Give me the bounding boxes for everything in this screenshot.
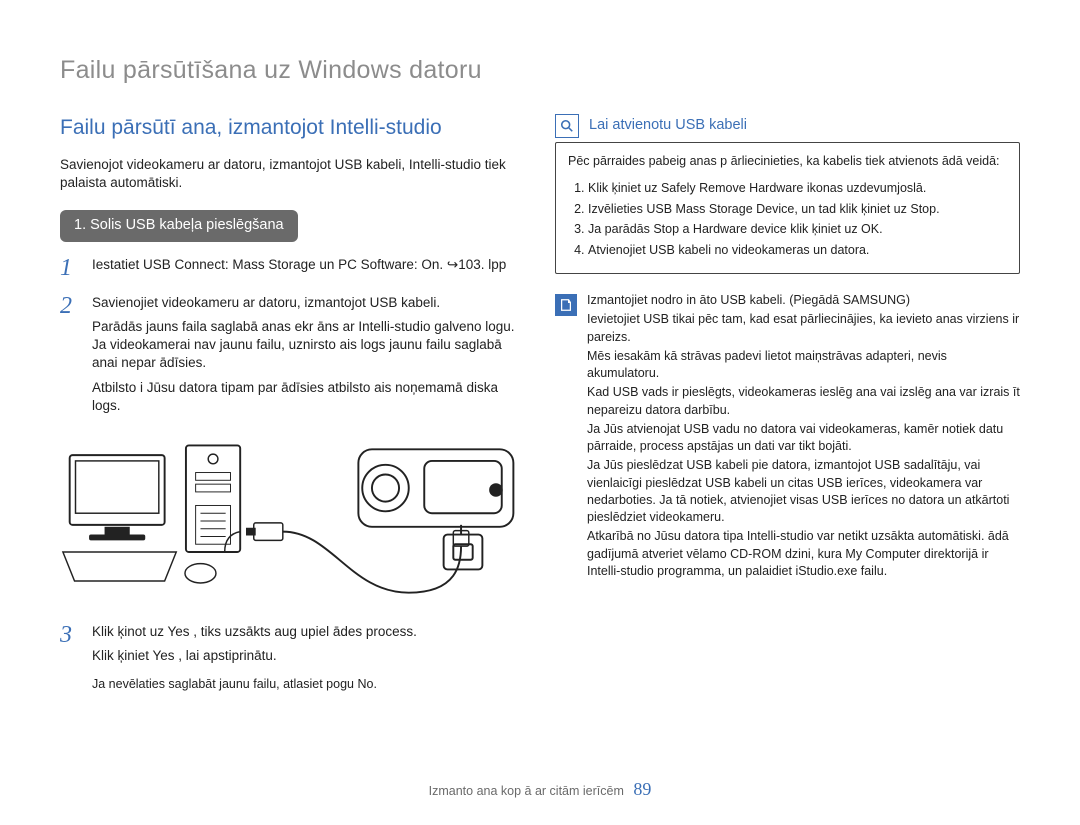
note-item: Ja Jūs pieslēdzat USB kabeli pie datora,… [587, 457, 1020, 526]
step-sub1: Parādās jauns faila saglabā anas ekr āns… [92, 318, 525, 373]
step-2: 2 Savienojiet videokameru ar datoru, izm… [60, 294, 525, 421]
step-text: Savienojiet videokameru ar datoru, izman… [92, 294, 525, 312]
step-text-2: Klik ķiniet Yes , lai apstiprinātu. [92, 647, 417, 665]
list-item: Izvēlieties USB Mass Storage Device, un … [588, 201, 1007, 218]
callout-title: Lai atvienotu USB kabeli [589, 116, 747, 136]
page-number: 89 [633, 779, 651, 799]
step-header: 1. Solis USB kabeļa pieslēgšana [60, 210, 298, 242]
note-item: Kad USB vads ir pieslēgts, videokameras … [587, 384, 1020, 419]
step-sub: Ja nevēlaties saglabāt jaunu failu, atla… [92, 676, 417, 693]
note-item: Atkarībā no Jūsu datora tipa Intelli-stu… [587, 528, 1020, 580]
notes-block: Izmantojiet nodro in āto USB kabeli. (Pi… [555, 292, 1020, 582]
callout-intro: Pēc pārraides pabeig anas p ārliecinieti… [568, 153, 1007, 170]
step-number: 3 [60, 623, 80, 698]
notes-body: Izmantojiet nodro in āto USB kabeli. (Pi… [587, 292, 1020, 582]
step-text-1: Klik ķinot uz Yes , tiks uzsākts aug upi… [92, 623, 417, 641]
callout-list: Klik ķiniet uz Safely Remove Hardware ik… [568, 180, 1007, 260]
step-text: Iestatiet USB Connect: Mass Storage un P… [92, 256, 506, 274]
note-item: Izmantojiet nodro in āto USB kabeli. (Pi… [587, 292, 1020, 309]
step-3: 3 Klik ķinot uz Yes , tiks uzsākts aug u… [60, 623, 525, 698]
step-1: 1 Iestatiet USB Connect: Mass Storage un… [60, 256, 525, 280]
step-body: Iestatiet USB Connect: Mass Storage un P… [92, 256, 506, 280]
footer-text: Izmanto ana kop ā ar citām ierīcēm [429, 784, 624, 798]
list-item: Atvienojiet USB kabeli no videokameras u… [588, 242, 1007, 259]
right-column: Lai atvienotu USB kabeli Pēc pārraides p… [555, 114, 1020, 713]
note-icon [555, 294, 577, 316]
connection-illustration [60, 435, 525, 605]
step-number: 1 [60, 256, 80, 280]
section-title: Failu pārsūtī ana, izmantojot Intelli-st… [60, 114, 525, 142]
pc-camcorder-svg [60, 435, 525, 605]
step-number: 2 [60, 294, 80, 421]
note-item: Ievietojiet USB tikai pēc tam, kad esat … [587, 311, 1020, 346]
step-sub2: Atbilsto i Jūsu datora tipam par ādīsies… [92, 379, 525, 415]
page-footer: Izmanto ana kop ā ar citām ierīcēm 89 [0, 777, 1080, 801]
list-item: Ja parādās Stop a Hardware device klik ķ… [588, 221, 1007, 238]
note-item: Mēs iesakām kā strāvas padevi lietot mai… [587, 348, 1020, 383]
step-body: Klik ķinot uz Yes , tiks uzsākts aug upi… [92, 623, 417, 698]
magnify-icon [555, 114, 579, 138]
note-item: Ja Jūs atvienojat USB vadu no datora vai… [587, 421, 1020, 456]
callout-body: Pēc pārraides pabeig anas p ārliecinieti… [555, 142, 1020, 274]
step-body: Savienojiet videokameru ar datoru, izman… [92, 294, 525, 421]
document-page: Failu pārsūtīšana uz Windows datoru Fail… [0, 0, 1080, 825]
left-column: Failu pārsūtī ana, izmantojot Intelli-st… [60, 114, 525, 713]
disconnect-callout: Lai atvienotu USB kabeli Pēc pārraides p… [555, 114, 1020, 274]
callout-head: Lai atvienotu USB kabeli [555, 114, 1020, 138]
two-column-layout: Failu pārsūtī ana, izmantojot Intelli-st… [60, 114, 1020, 713]
page-title: Failu pārsūtīšana uz Windows datoru [60, 54, 1020, 88]
list-item: Klik ķiniet uz Safely Remove Hardware ik… [588, 180, 1007, 197]
intro-paragraph: Savienojot videokameru ar datoru, izmant… [60, 156, 525, 192]
